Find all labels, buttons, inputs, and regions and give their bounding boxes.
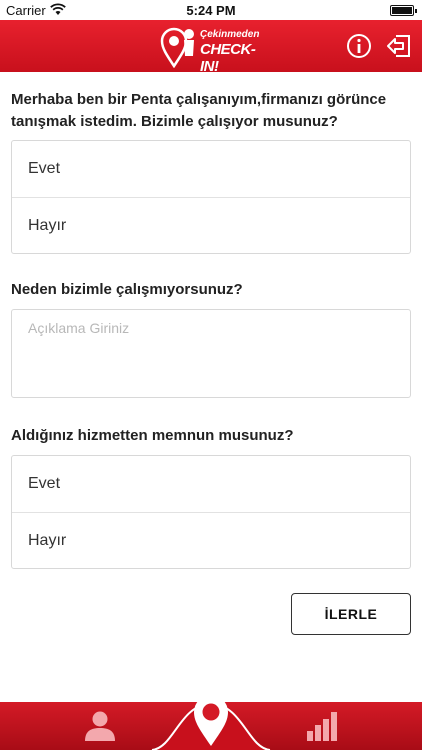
nav-bar: Çekinmeden CHECK-IN!: [0, 20, 422, 75]
checkin-tab[interactable]: [150, 650, 272, 750]
answer-group-satisfaction: Evet Hayır: [11, 455, 411, 569]
option-no[interactable]: Hayır: [12, 512, 410, 568]
logo-pin-icon: [160, 27, 194, 68]
next-button[interactable]: İLERLE: [291, 593, 411, 635]
logo-text-bottom: CHECK-IN!: [200, 41, 256, 75]
logout-icon[interactable]: [386, 33, 412, 59]
status-time: 5:24 PM: [186, 3, 236, 18]
question-work-with-us: Merhaba ben bir Penta çalışanıyım,firman…: [11, 91, 387, 130]
app-logo: Çekinmeden CHECK-IN!: [160, 26, 270, 75]
option-yes[interactable]: Evet: [12, 456, 410, 512]
question-why-not: Neden bizimle çalışmıyorsunuz?: [11, 281, 243, 298]
profile-icon[interactable]: [83, 710, 117, 742]
info-icon[interactable]: [346, 33, 372, 59]
stats-icon[interactable]: [305, 711, 339, 741]
answer-group-work-with-us: Evet Hayır: [11, 140, 411, 254]
status-bar: Carrier 5:24 PM: [0, 0, 422, 20]
reason-textarea[interactable]: Açıklama Giriniz: [11, 309, 411, 398]
battery-icon: [390, 5, 417, 16]
option-no[interactable]: Hayır: [12, 197, 410, 253]
option-yes[interactable]: Evet: [12, 141, 410, 197]
logo-text-top: Çekinmeden: [200, 29, 260, 40]
question-satisfaction: Aldığınız hizmetten memnun musunuz?: [11, 427, 294, 444]
